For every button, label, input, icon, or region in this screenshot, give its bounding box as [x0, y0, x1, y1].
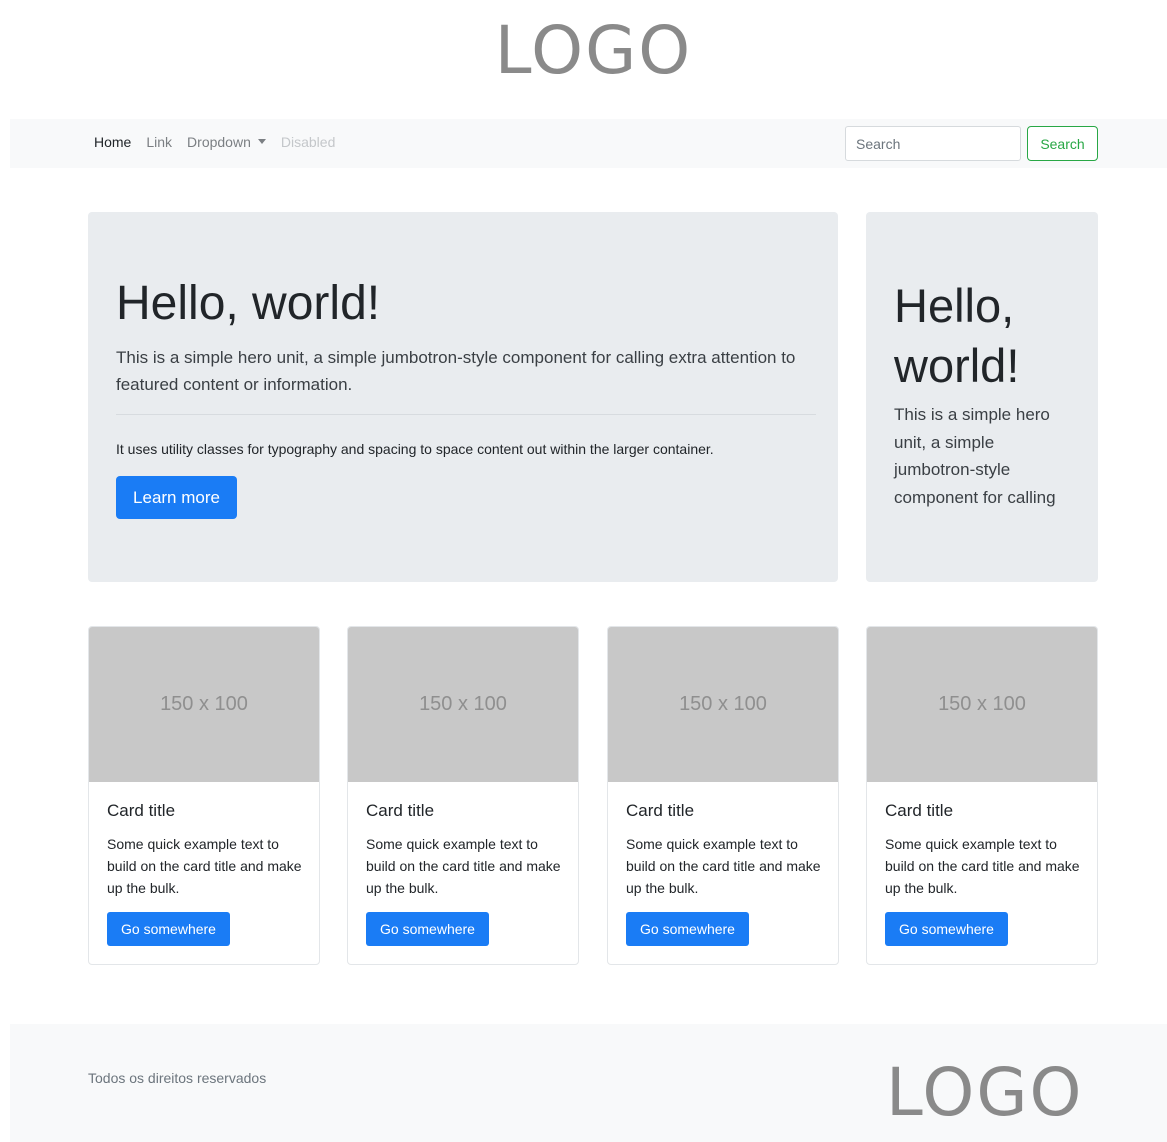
nav-dropdown-label: Dropdown	[187, 134, 251, 150]
card: 150 x 100 Card title Some quick example …	[88, 626, 320, 965]
jumbotron-side-lead: This is a simple hero unit, a simple jum…	[894, 405, 1056, 507]
card-text: Some quick example text to build on the …	[885, 836, 1080, 896]
footer: Todos os direitos reservados LOGO	[10, 1024, 1167, 1142]
search-input[interactable]	[845, 126, 1021, 161]
jumbotron-side-title: Hello, world!	[894, 279, 1020, 392]
navbar: Home Link Dropdown Disabled Search	[10, 119, 1167, 168]
card: 150 x 100 Card title Some quick example …	[347, 626, 579, 965]
card: 150 x 100 Card title Some quick example …	[607, 626, 839, 965]
search-button[interactable]: Search	[1027, 126, 1098, 161]
go-somewhere-button[interactable]: Go somewhere	[626, 912, 749, 946]
nav-link-link[interactable]: Link	[146, 134, 172, 150]
card-image-placeholder: 150 x 100	[348, 627, 578, 782]
divider	[116, 414, 816, 415]
nav-links: Home Link Dropdown Disabled	[94, 134, 335, 150]
nav-link-disabled: Disabled	[280, 134, 336, 150]
card-title: Card title	[626, 801, 695, 820]
go-somewhere-button[interactable]: Go somewhere	[366, 912, 489, 946]
card-text: Some quick example text to build on the …	[366, 836, 561, 896]
jumbotron-main: Hello, world! This is a simple hero unit…	[88, 212, 838, 582]
footer-copyright: Todos os direitos reservados	[88, 1070, 267, 1086]
card-image-placeholder: 150 x 100	[867, 627, 1097, 782]
nav-link-home[interactable]: Home	[94, 134, 131, 150]
jumbotron-body: It uses utility classes for typography a…	[116, 441, 714, 457]
jumbotron-side: Hello, world! This is a simple hero unit…	[866, 212, 1098, 582]
card-text: Some quick example text to build on the …	[107, 836, 302, 896]
card-image-placeholder: 150 x 100	[89, 627, 319, 782]
card-image-placeholder: 150 x 100	[608, 627, 838, 782]
caret-down-icon	[257, 139, 266, 144]
card-text: Some quick example text to build on the …	[626, 836, 821, 896]
go-somewhere-button[interactable]: Go somewhere	[107, 912, 230, 946]
nav-dropdown[interactable]: Dropdown	[187, 134, 266, 150]
header-logo: LOGO	[494, 12, 693, 89]
card-title: Card title	[366, 801, 435, 820]
footer-logo: LOGO	[886, 1054, 1084, 1131]
card-title: Card title	[107, 801, 176, 820]
card-title: Card title	[885, 801, 954, 820]
jumbotron-lead: This is a simple hero unit, a simple jum…	[116, 348, 796, 394]
go-somewhere-button[interactable]: Go somewhere	[885, 912, 1008, 946]
card: 150 x 100 Card title Some quick example …	[866, 626, 1098, 965]
jumbotron-title: Hello, world!	[116, 277, 381, 330]
learn-more-button[interactable]: Learn more	[116, 476, 237, 519]
